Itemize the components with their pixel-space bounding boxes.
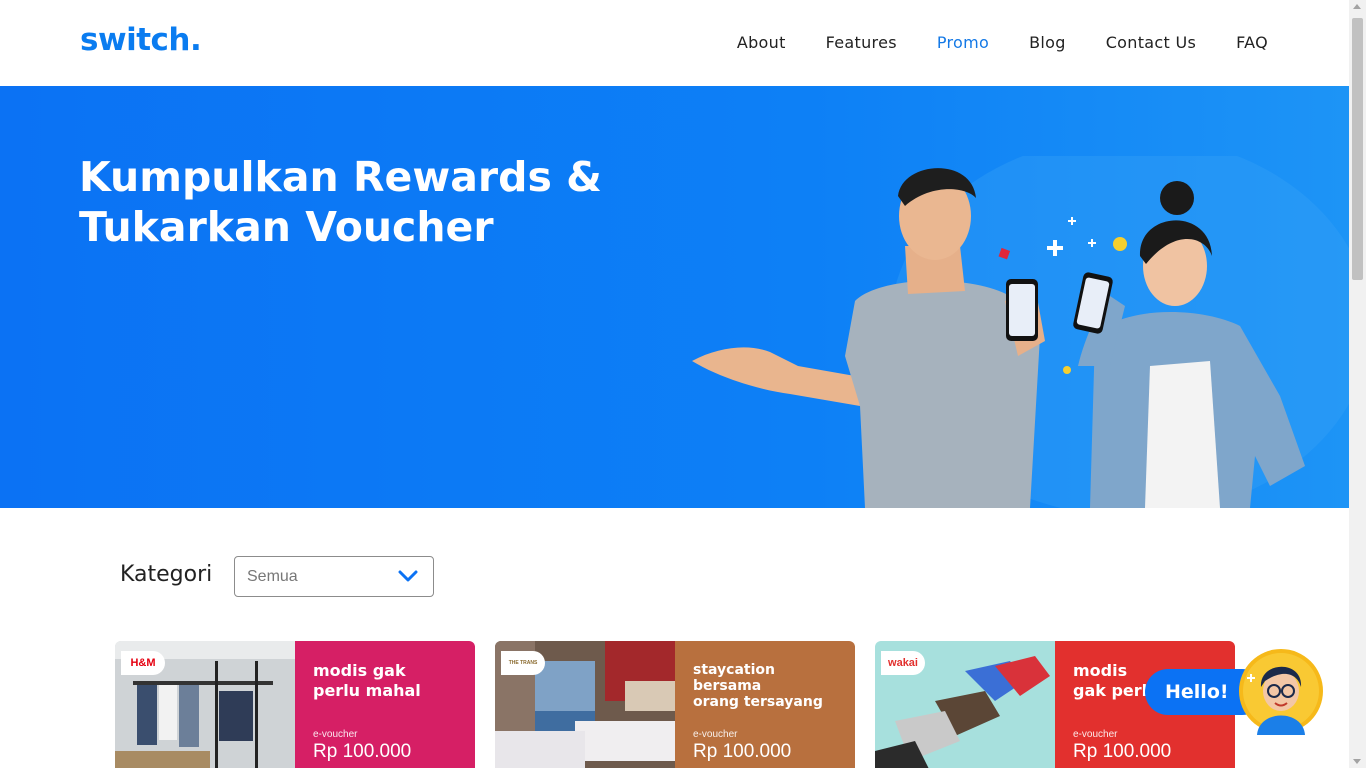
tagline-line-3: orang tersayang — [693, 694, 823, 710]
hero-people-illustration — [692, 156, 1349, 508]
promo-card-panel: modis gak perlu mahal e-voucher Rp 100.0… — [295, 641, 475, 768]
tagline-line-1: modis gak — [313, 661, 406, 680]
promo-card-the-trans[interactable]: THE TRANS staycation bersama orang tersa… — [495, 641, 855, 768]
kategori-selected-value: Semua — [247, 568, 298, 585]
evoucher-label: e-voucher — [1073, 729, 1118, 740]
kategori-label: Kategori — [120, 562, 213, 587]
promo-card-tagline: modis gak perlu mahal — [313, 661, 421, 701]
main-nav: About Features Promo Blog Contact Us FAQ — [737, 33, 1268, 52]
assistant-avatar-icon[interactable] — [1237, 647, 1325, 735]
nav-faq[interactable]: FAQ — [1236, 33, 1268, 52]
evoucher-label: e-voucher — [693, 729, 738, 740]
tagline-line-2: perlu mahal — [313, 681, 421, 700]
hero-title-line-1: Kumpulkan Rewards & — [79, 153, 602, 201]
hero-title-line-2: Tukarkan Voucher — [79, 203, 494, 251]
hero-banner: Kumpulkan Rewards & Tukarkan Voucher — [0, 86, 1349, 508]
hero-title: Kumpulkan Rewards & Tukarkan Voucher — [79, 152, 639, 252]
voucher-price: Rp 100.000 — [313, 741, 412, 762]
evoucher-label: e-voucher — [313, 729, 358, 740]
page-scrollbar[interactable] — [1349, 0, 1366, 768]
nav-blog[interactable]: Blog — [1029, 33, 1066, 52]
chat-widget[interactable]: Hello! — [1145, 645, 1330, 737]
hm-logo: H&M — [121, 651, 165, 675]
promo-card-tagline: staycation bersama orang tersayang — [693, 662, 823, 710]
tagline-line-1: modis — [1073, 661, 1128, 680]
tagline-line-1: staycation — [693, 662, 775, 678]
the-trans-logo: THE TRANS — [501, 651, 545, 675]
site-header: switch. About Features Promo Blog Contac… — [0, 0, 1349, 86]
switch-logo[interactable]: switch. — [80, 22, 202, 58]
promo-card-hm[interactable]: H&M modis gak perlu mahal e-voucher Rp 1… — [115, 641, 475, 768]
promo-card-panel: staycation bersama orang tersayang e-vou… — [675, 641, 855, 768]
voucher-price: Rp 100.000 — [1073, 741, 1172, 762]
nav-features[interactable]: Features — [826, 33, 897, 52]
nav-promo[interactable]: Promo — [937, 33, 989, 52]
scrollbar-thumb[interactable] — [1352, 18, 1363, 280]
wakai-logo: wakai — [881, 651, 925, 675]
voucher-price: Rp 100.000 — [693, 741, 792, 762]
kategori-dropdown[interactable]: Semua — [234, 556, 434, 597]
scroll-down-arrow-icon[interactable] — [1353, 759, 1361, 764]
scroll-up-arrow-icon[interactable] — [1353, 4, 1361, 9]
nav-about[interactable]: About — [737, 33, 786, 52]
chevron-down-icon — [398, 570, 418, 582]
nav-contact-us[interactable]: Contact Us — [1106, 33, 1196, 52]
tagline-line-2: bersama — [693, 678, 762, 694]
